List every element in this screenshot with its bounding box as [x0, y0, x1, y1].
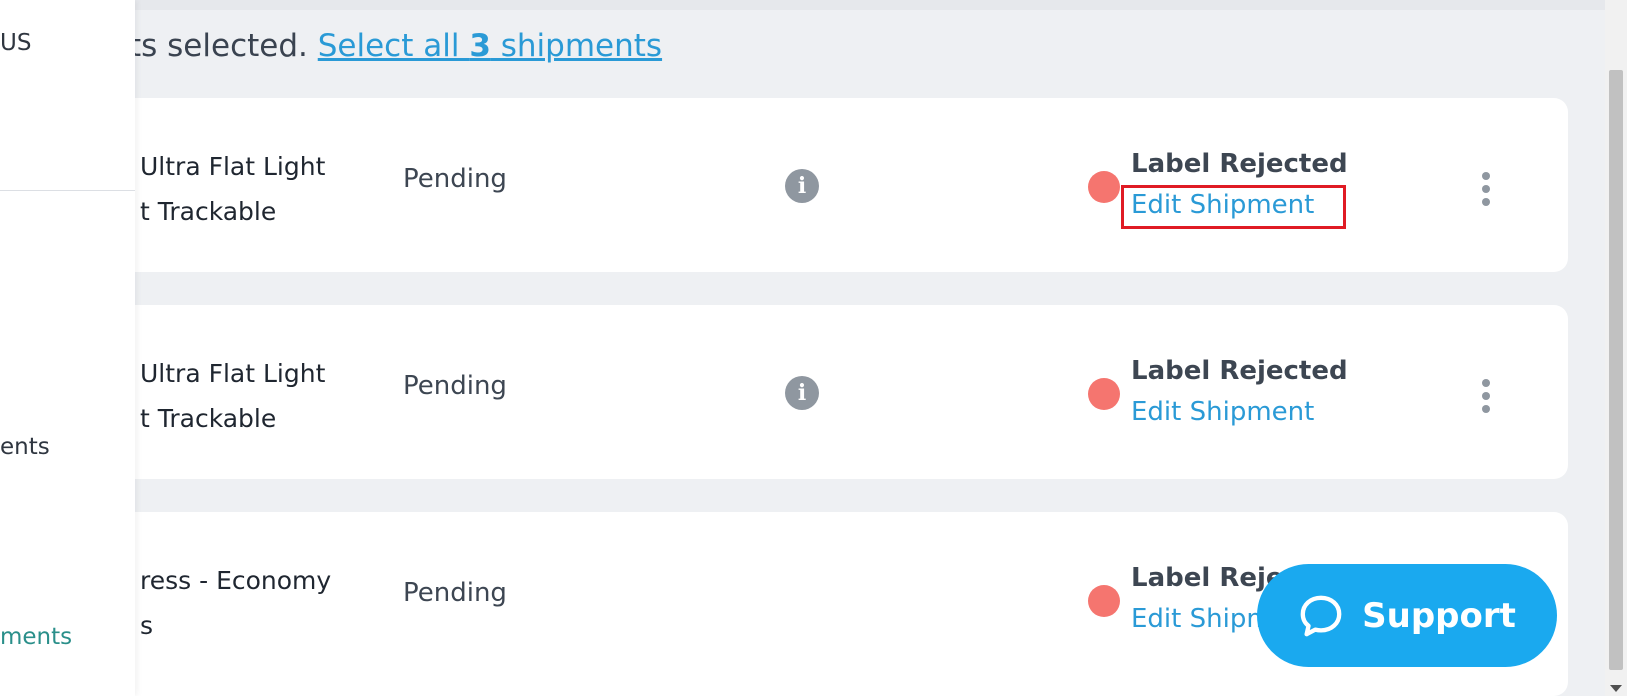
status-dot: [1088, 171, 1120, 203]
sidebar-item-shipments[interactable]: ents: [0, 434, 50, 460]
status-dot: [1088, 378, 1120, 410]
sidebar: US ents ments: [0, 0, 135, 696]
sidebar-item-active[interactable]: ments: [0, 624, 72, 650]
vertical-scrollbar[interactable]: [1605, 0, 1627, 696]
highlight-box: [1121, 185, 1346, 229]
shipment-status: Pending: [403, 578, 507, 608]
support-button[interactable]: Support: [1257, 564, 1557, 667]
service-name: ress - Economy s: [140, 566, 332, 640]
status-dot: [1088, 585, 1120, 617]
service-name: Ultra Flat Light t Trackable: [140, 152, 326, 226]
more-options-icon[interactable]: [1480, 172, 1492, 206]
info-icon[interactable]: i: [785, 169, 819, 203]
header-strip: [135, 0, 1605, 10]
page: US ents ments ts selected. Select all 3 …: [0, 0, 1627, 696]
chat-bubble-icon: [1300, 595, 1342, 636]
shipment-status: Pending: [403, 371, 507, 401]
sidebar-divider: [0, 190, 135, 191]
shipment-row: Ultra Flat Light t Trackable Pending i L…: [120, 98, 1568, 272]
shipment-count: 3: [469, 28, 491, 64]
service-name: Ultra Flat Light t Trackable: [140, 359, 326, 433]
selection-banner: ts selected. Select all 3 shipments: [135, 28, 735, 64]
more-options-icon[interactable]: [1480, 379, 1492, 413]
selection-count-text: ts selected.: [135, 28, 308, 64]
label-status: Label Rejected: [1131, 149, 1348, 179]
sidebar-item-top[interactable]: US: [0, 30, 31, 56]
scrollbar-thumb[interactable]: [1609, 70, 1623, 670]
select-all-link[interactable]: Select all 3 shipments: [318, 28, 662, 64]
info-icon[interactable]: i: [785, 376, 819, 410]
shipment-row: Ultra Flat Light t Trackable Pending i L…: [120, 305, 1568, 479]
shipment-status: Pending: [403, 164, 507, 194]
scroll-down-arrow-icon[interactable]: [1610, 685, 1622, 692]
support-label: Support: [1362, 595, 1516, 636]
label-status: Label Rejected: [1131, 356, 1348, 386]
edit-shipment-link[interactable]: Edit Shipment: [1131, 397, 1314, 427]
